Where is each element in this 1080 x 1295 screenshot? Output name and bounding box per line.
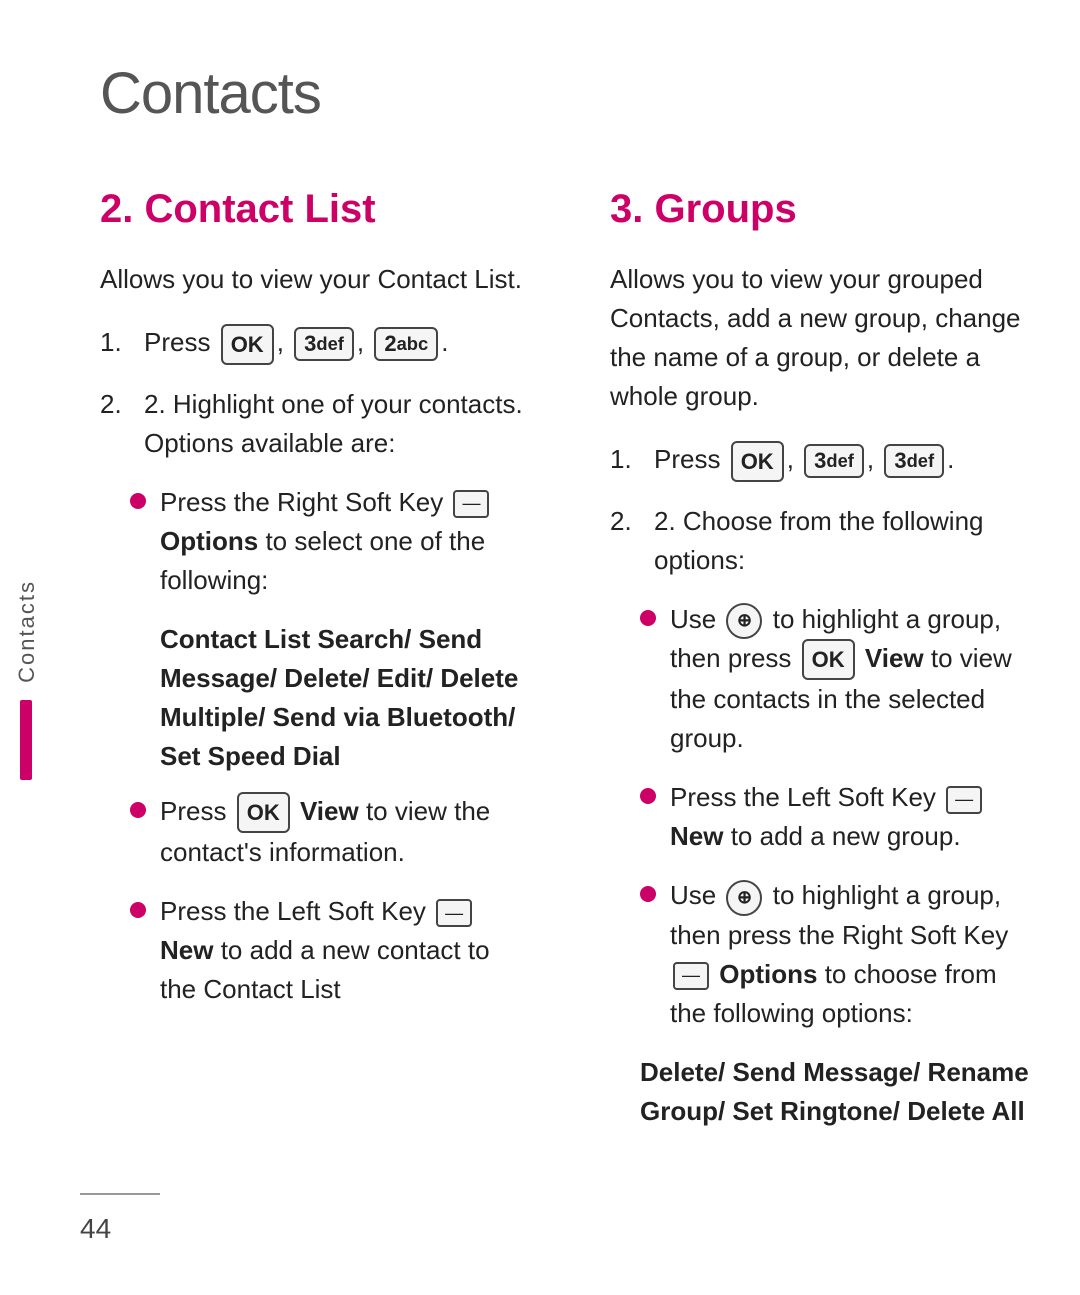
nav-key-icon-1: ⊕ xyxy=(726,603,762,639)
section3-step1: 1. Press OK, 3def, 3def. xyxy=(610,440,1040,482)
right-soft-key-icon-1: ― xyxy=(453,490,489,518)
section2-heading: 2. Contact List xyxy=(100,187,530,232)
side-tab: Contacts xyxy=(0,0,52,1295)
section3-step2-text: 2. Choose from the following options: xyxy=(654,502,1040,580)
page-title: Contacts xyxy=(100,60,1040,127)
side-tab-bar xyxy=(20,700,32,780)
nav-key-icon-2: ⊕ xyxy=(726,880,762,916)
section3-bullets: Use ⊕ to highlight a group, then press O… xyxy=(640,600,1040,1033)
ok-key-icon-4: OK xyxy=(802,639,855,680)
ok-key-icon-2: OK xyxy=(237,792,290,833)
section2-intro: Allows you to view your Contact List. xyxy=(100,260,530,299)
section2-step2-text: 2. Highlight one of your contacts. Optio… xyxy=(144,385,530,463)
section3-intro: Allows you to view your grouped Contacts… xyxy=(610,260,1040,416)
ok-key-icon: OK xyxy=(221,324,274,365)
2abc-key-icon: 2abc xyxy=(374,327,438,362)
section2-bullets: Press the Right Soft Key ― Options to se… xyxy=(130,483,530,1010)
section2-bold-block: Contact List Search/ Send Message/ Delet… xyxy=(160,620,530,776)
page-container: Contacts Contacts 2. Contact List Allows… xyxy=(0,0,1080,1295)
section2-bullet3: Press the Left Soft Key ― New to add a n… xyxy=(130,892,530,1009)
section3-bullet1: Use ⊕ to highlight a group, then press O… xyxy=(640,600,1040,759)
section3-bold-block: Delete/ Send Message/ Rename Group/ Set … xyxy=(640,1053,1040,1131)
3def-key-icon-1: 3def xyxy=(294,327,354,362)
section3-bullet2: Press the Left Soft Key ― New to add a n… xyxy=(640,778,1040,856)
section3-bullet3: Use ⊕ to highlight a group, then press t… xyxy=(640,876,1040,1032)
bullet-dot-3 xyxy=(130,902,146,918)
section3-heading: 3. Groups xyxy=(610,187,1040,232)
page-divider xyxy=(80,1193,160,1195)
section-contact-list: 2. Contact List Allows you to view your … xyxy=(100,187,550,1147)
section2-bullet2: Press OK View to view the contact's info… xyxy=(130,792,530,873)
section2-bullet1: Press the Right Soft Key ― Options to se… xyxy=(130,483,530,600)
section2-step2: 2. 2. Highlight one of your contacts. Op… xyxy=(100,385,530,463)
section3-step2: 2. 2. Choose from the following options: xyxy=(610,502,1040,580)
side-tab-label: Contacts xyxy=(14,580,40,683)
ok-key-icon-3: OK xyxy=(731,441,784,482)
bullet-dot-1 xyxy=(130,493,146,509)
page-number: 44 xyxy=(80,1213,111,1245)
left-soft-key-icon-2: ― xyxy=(946,786,982,814)
left-soft-key-icon-1: ― xyxy=(436,899,472,927)
section-groups: 3. Groups Allows you to view your groupe… xyxy=(590,187,1040,1147)
main-content: Contacts 2. Contact List Allows you to v… xyxy=(60,0,1080,1295)
bullet-dot-4 xyxy=(640,610,656,626)
columns-layout: 2. Contact List Allows you to view your … xyxy=(100,187,1040,1147)
bullet-dot-6 xyxy=(640,886,656,902)
bullet-dot-5 xyxy=(640,788,656,804)
3def-key-icon-2: 3def xyxy=(804,444,864,479)
right-soft-key-icon-2: ― xyxy=(673,962,709,990)
section2-step1: 1. Press OK, 3def, 2abc. xyxy=(100,323,530,365)
3def-key-icon-3: 3def xyxy=(884,444,944,479)
bullet-dot-2 xyxy=(130,802,146,818)
